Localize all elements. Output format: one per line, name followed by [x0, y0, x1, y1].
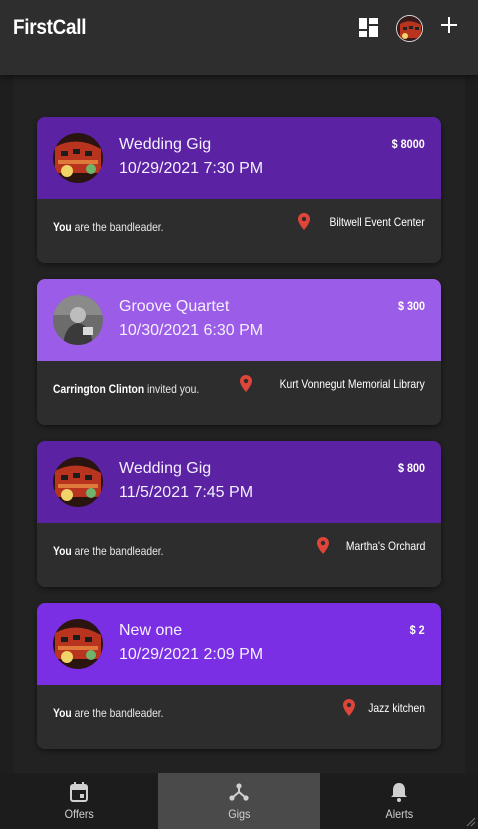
gig-role: You are the bandleader. — [53, 706, 164, 720]
gig-location-text: Biltwell Event Center — [329, 214, 425, 229]
gig-date: 10/30/2021 6:30 PM — [119, 322, 264, 339]
bottom-navigation: Offers Gigs Alerts — [0, 773, 478, 829]
gig-card-header: Wedding Gig 11/5/2021 7:45 PM $ 800 — [37, 441, 441, 523]
location-pin-icon — [316, 537, 329, 554]
app-root: FirstCall Wedding Gig 10/29/2021 7:30 PM… — [0, 0, 478, 829]
add-icon[interactable] — [438, 14, 460, 36]
nav-gigs-label: Gigs — [227, 807, 251, 821]
gig-card[interactable]: New one 10/29/2021 2:09 PM $ 2 You are t… — [37, 603, 441, 749]
nav-alerts-label: Alerts — [385, 807, 413, 821]
gig-card-header: Wedding Gig 10/29/2021 7:30 PM $ 8000 — [37, 117, 441, 199]
gig-card[interactable]: Groove Quartet 10/30/2021 6:30 PM $ 300 … — [37, 279, 441, 425]
gig-list: Wedding Gig 10/29/2021 7:30 PM $ 8000 Yo… — [13, 75, 465, 773]
gig-title: Wedding Gig — [119, 460, 212, 477]
gig-card[interactable]: Wedding Gig 10/29/2021 7:30 PM $ 8000 Yo… — [37, 117, 441, 263]
gig-price: $ 8000 — [391, 137, 425, 151]
app-title: FirstCall — [13, 16, 87, 39]
gig-card-body: You are the bandleader. Jazz kitchen — [37, 685, 441, 749]
nav-alerts[interactable]: Alerts — [320, 773, 478, 829]
hub-icon — [229, 783, 249, 801]
nav-gigs[interactable]: Gigs — [158, 773, 320, 829]
band-avatar — [53, 457, 103, 507]
gig-price: $ 300 — [397, 299, 425, 313]
gig-title: New one — [119, 622, 183, 639]
nav-offers-label: Offers — [64, 807, 94, 821]
gig-card-body: Carrington Clinton invited you. Kurt Von… — [37, 361, 441, 425]
gig-role: Carrington Clinton invited you. — [53, 382, 200, 396]
top-bar: FirstCall — [0, 0, 478, 75]
gig-price: $ 800 — [397, 461, 425, 475]
gig-card-body: You are the bandleader. Martha's Orchard — [37, 523, 441, 587]
gig-location-text: Kurt Vonnegut Memorial Library — [279, 376, 425, 391]
person-avatar — [53, 295, 103, 345]
gig-date: 10/29/2021 2:09 PM — [119, 646, 264, 663]
location-pin-icon — [298, 213, 311, 230]
gig-location-text: Jazz kitchen — [368, 700, 425, 715]
location-pin-icon — [240, 375, 253, 392]
gig-role: You are the bandleader. — [53, 544, 164, 558]
user-avatar[interactable] — [396, 15, 423, 42]
gig-location[interactable]: Kurt Vonnegut Memorial Library — [240, 375, 425, 392]
calendar-icon — [70, 782, 88, 802]
gig-card-body: You are the bandleader. Biltwell Event C… — [37, 199, 441, 263]
gig-card[interactable]: Wedding Gig 11/5/2021 7:45 PM $ 800 You … — [37, 441, 441, 587]
gig-role: You are the bandleader. — [53, 220, 164, 234]
gig-card-header: Groove Quartet 10/30/2021 6:30 PM $ 300 — [37, 279, 441, 361]
band-avatar — [53, 619, 103, 669]
bell-icon — [391, 783, 407, 802]
gig-card-header: New one 10/29/2021 2:09 PM $ 2 — [37, 603, 441, 685]
gig-location[interactable]: Martha's Orchard — [316, 537, 425, 554]
gig-location[interactable]: Jazz kitchen — [342, 699, 425, 716]
gig-location-text: Martha's Orchard — [345, 538, 425, 553]
gig-date: 11/5/2021 7:45 PM — [119, 484, 254, 501]
gig-price: $ 2 — [409, 623, 425, 637]
gig-title: Wedding Gig — [119, 136, 212, 153]
nav-offers[interactable]: Offers — [0, 773, 158, 829]
dashboard-icon[interactable] — [359, 18, 378, 37]
location-pin-icon — [342, 699, 355, 716]
resize-handle-icon — [466, 817, 476, 827]
gig-location[interactable]: Biltwell Event Center — [298, 213, 425, 230]
gig-title: Groove Quartet — [119, 298, 230, 315]
gig-date: 10/29/2021 7:30 PM — [119, 160, 264, 177]
band-avatar — [53, 133, 103, 183]
